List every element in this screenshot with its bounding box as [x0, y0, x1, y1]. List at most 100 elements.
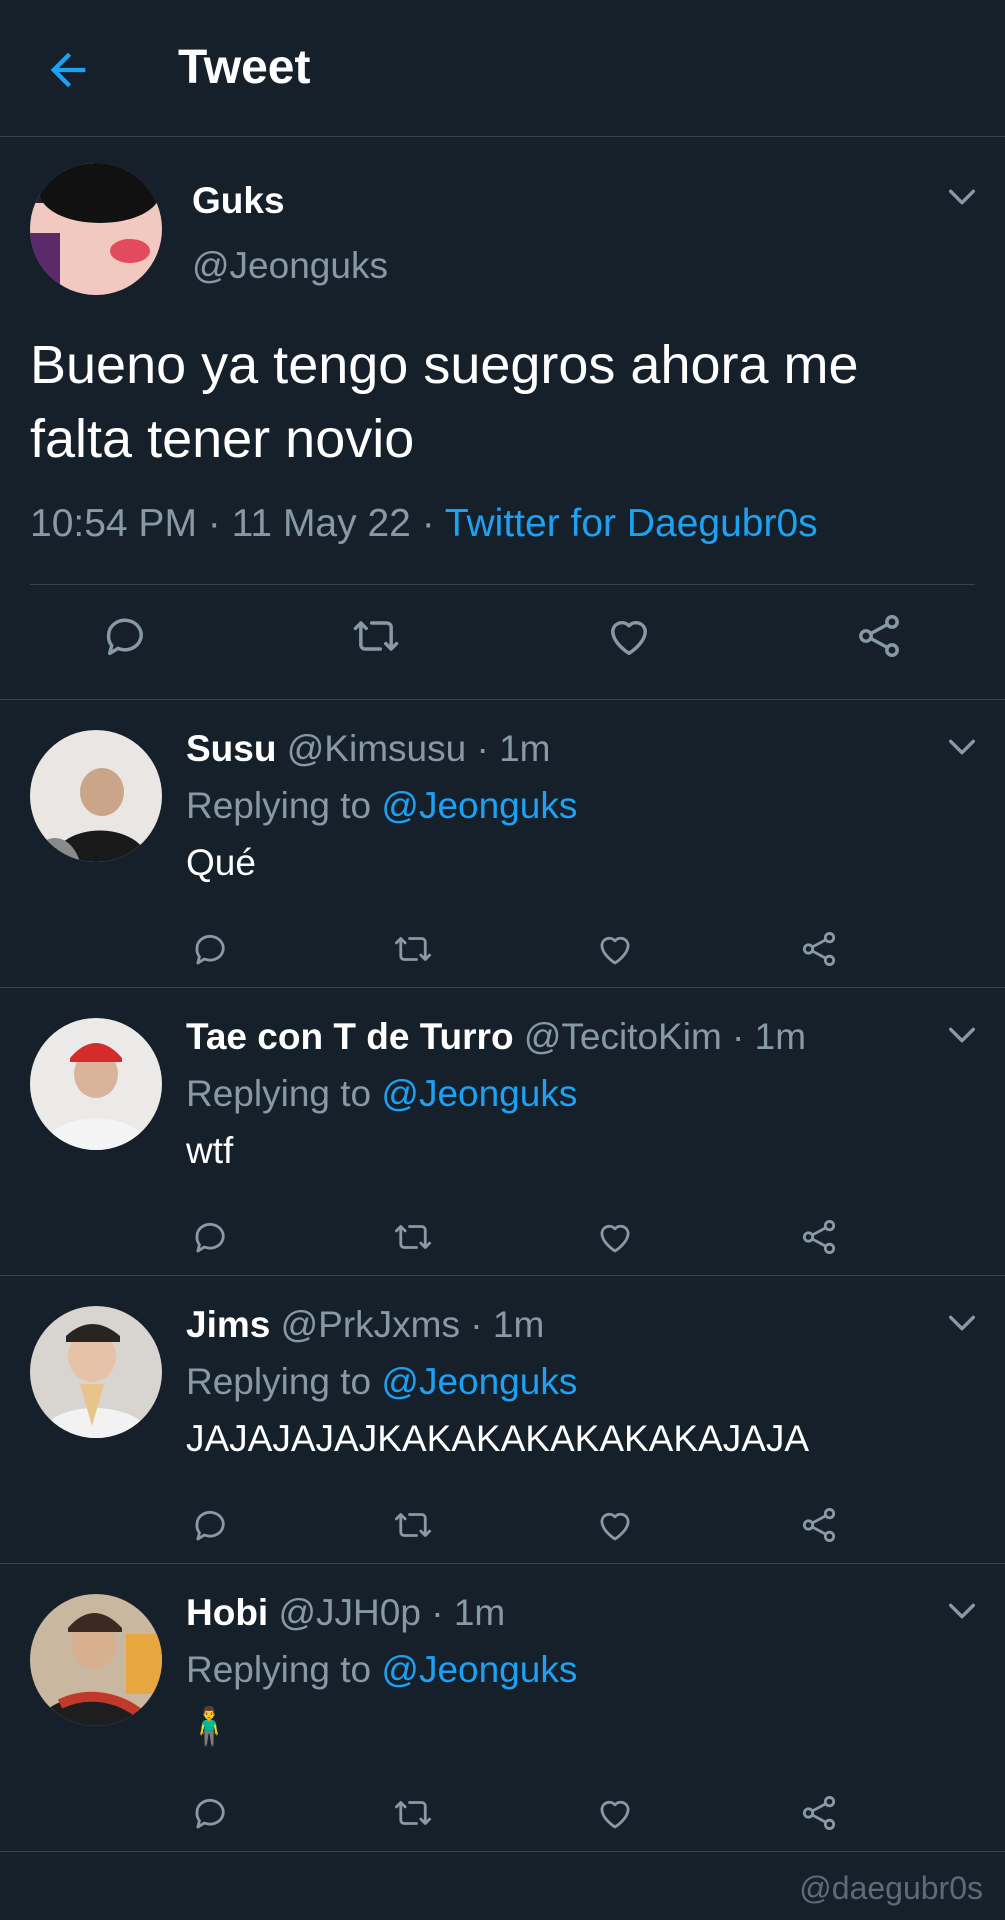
replying-to: Replying to @Jeonguks — [186, 785, 577, 827]
like-button[interactable] — [594, 1792, 636, 1834]
reply-author-handle[interactable]: @Kimsusu — [287, 728, 466, 769]
mention-link[interactable]: @Jeonguks — [381, 1649, 577, 1690]
reply-author-name[interactable]: Susu — [186, 728, 276, 769]
replying-to-label: Replying to — [186, 1361, 372, 1402]
reply-text: 🧍‍♂️ — [186, 1706, 233, 1747]
mention-link[interactable]: @Jeonguks — [381, 1361, 577, 1402]
reply-author-name[interactable]: Hobi — [186, 1592, 268, 1633]
watermark: @daegubr0s — [799, 1870, 983, 1906]
reply-button[interactable] — [190, 1792, 232, 1834]
mention-link[interactable]: @Jeonguks — [381, 785, 577, 826]
replying-to: Replying to @Jeonguks — [186, 1361, 577, 1403]
tweet-menu-button[interactable] — [945, 730, 979, 764]
chevron-down-icon — [948, 1027, 976, 1043]
reply-tweet[interactable]: Jims @PrkJxms · 1m Replying to @Jeonguks… — [0, 1276, 1005, 1564]
reply-button[interactable] — [190, 1216, 232, 1258]
separator: · — [732, 1016, 745, 1057]
reply-tweet[interactable]: Hobi @JJH0p · 1m Replying to @Jeonguks 🧍… — [0, 1564, 1005, 1852]
reply-button[interactable] — [190, 928, 232, 970]
reply-author-handle[interactable]: @PrkJxms — [281, 1304, 460, 1345]
separator: · — [431, 1592, 444, 1633]
comment-icon — [195, 934, 225, 965]
author-handle[interactable]: @Jeonguks — [192, 245, 388, 287]
replying-to-label: Replying to — [186, 785, 372, 826]
mention-link[interactable]: @Jeonguks — [381, 1073, 577, 1114]
retweet-button[interactable] — [392, 1216, 434, 1258]
like-button[interactable] — [594, 1504, 636, 1546]
chevron-down-icon — [948, 189, 976, 205]
reply-time: 1m — [453, 1592, 506, 1633]
reply-text: JAJAJAJAJKAKAKAKAKAKAKAJAJA — [186, 1418, 810, 1459]
share-button[interactable] — [798, 928, 840, 970]
like-button[interactable] — [603, 610, 655, 662]
tweet-date: 11 May 22 — [231, 502, 411, 545]
separator: · — [476, 728, 489, 769]
replying-to: Replying to @Jeonguks — [186, 1649, 577, 1691]
retweet-icon — [394, 1801, 432, 1825]
reply-tweet[interactable]: Susu @Kimsusu · 1m Replying to @Jeonguks… — [0, 700, 1005, 988]
avatar[interactable] — [30, 730, 162, 862]
reply-time: 1m — [499, 728, 551, 769]
heart-icon — [600, 1512, 630, 1541]
author-name[interactable]: Guks — [192, 180, 285, 222]
reply-button[interactable] — [100, 610, 152, 662]
reply-author-handle[interactable]: @TecitoKim — [524, 1016, 722, 1057]
tweet-meta: 10:54 PM · 11 May 22 · Twitter for Daegu… — [30, 502, 818, 546]
replying-to-label: Replying to — [186, 1649, 372, 1690]
like-button[interactable] — [594, 1216, 636, 1258]
share-icon — [802, 1796, 836, 1830]
heart-icon — [600, 1800, 630, 1829]
retweet-icon — [394, 1225, 432, 1249]
share-button[interactable] — [798, 1216, 840, 1258]
comment-icon — [195, 1222, 225, 1253]
heart-icon — [600, 1224, 630, 1253]
heart-icon — [600, 936, 630, 965]
retweet-button[interactable] — [392, 1792, 434, 1834]
like-button[interactable] — [594, 928, 636, 970]
separator: · — [470, 1304, 483, 1345]
avatar[interactable] — [30, 1594, 162, 1726]
chevron-down-icon — [948, 739, 976, 755]
reply-button[interactable] — [190, 1504, 232, 1546]
share-button[interactable] — [853, 610, 905, 662]
tweet-menu-button[interactable] — [945, 1306, 979, 1340]
retweet-button[interactable] — [392, 928, 434, 970]
tweet-menu-button[interactable] — [945, 180, 979, 214]
reply-text: wtf — [186, 1130, 234, 1171]
main-tweet: Guks @Jeonguks Bueno ya tengo suegros ah… — [0, 0, 1005, 700]
comment-icon — [195, 1798, 225, 1829]
replying-to-label: Replying to — [186, 1073, 372, 1114]
share-icon — [802, 932, 836, 966]
chevron-down-icon — [948, 1603, 976, 1619]
share-icon — [802, 1220, 836, 1254]
replying-to: Replying to @Jeonguks — [186, 1073, 577, 1115]
reply-author-name[interactable]: Tae con T de Turro — [186, 1016, 514, 1057]
tweet-menu-button[interactable] — [945, 1018, 979, 1052]
tweet-menu-button[interactable] — [945, 1594, 979, 1628]
share-button[interactable] — [798, 1792, 840, 1834]
separator: · — [207, 502, 221, 545]
avatar[interactable] — [30, 163, 162, 295]
reply-author-handle[interactable]: @JJH0p — [278, 1592, 420, 1633]
tweet-source-link[interactable]: Twitter for Daegubr0s — [445, 502, 818, 545]
retweet-icon — [394, 1513, 432, 1537]
tweet-actions — [0, 610, 1005, 670]
reply-time: 1m — [492, 1304, 545, 1345]
reply-tweet[interactable]: Tae con T de Turro @TecitoKim · 1m Reply… — [0, 988, 1005, 1276]
divider — [30, 584, 975, 585]
share-button[interactable] — [798, 1504, 840, 1546]
comment-icon — [106, 618, 143, 656]
reply-author-name[interactable]: Jims — [186, 1304, 270, 1345]
tweet-text: Bueno ya tengo suegros ahora me falta te… — [30, 335, 859, 469]
share-icon — [802, 1508, 836, 1542]
retweet-button[interactable] — [392, 1504, 434, 1546]
retweet-icon — [353, 621, 399, 651]
avatar[interactable] — [30, 1306, 162, 1438]
separator: · — [421, 502, 435, 545]
retweet-icon — [394, 937, 432, 961]
retweet-button[interactable] — [350, 610, 402, 662]
reply-text: Qué — [186, 842, 256, 883]
avatar[interactable] — [30, 1018, 162, 1150]
share-icon — [859, 614, 899, 658]
comment-icon — [195, 1510, 225, 1541]
